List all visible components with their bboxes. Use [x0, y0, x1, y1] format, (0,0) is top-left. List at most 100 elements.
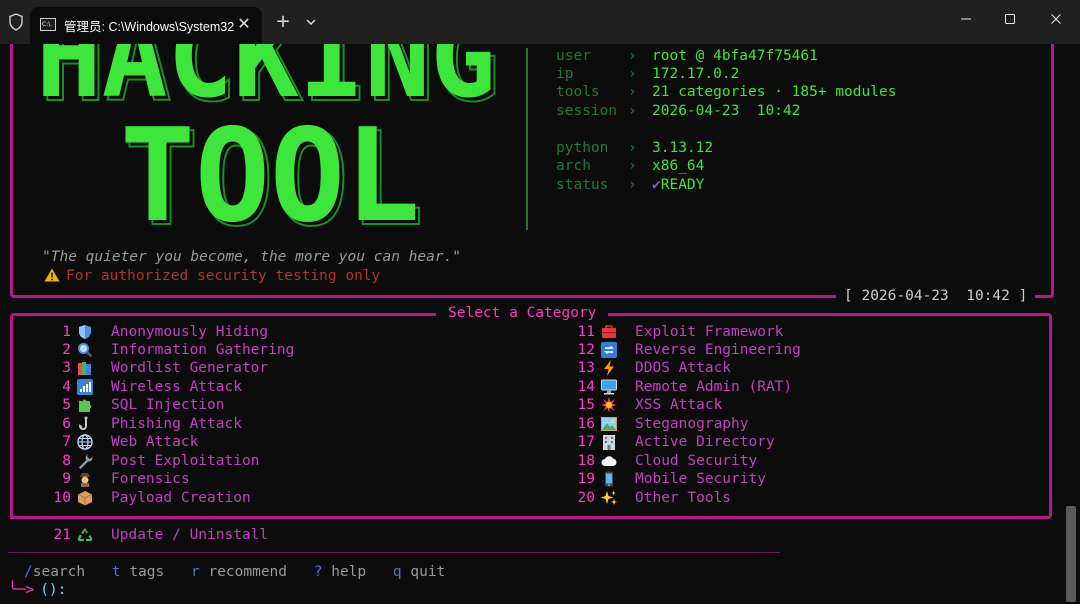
category-label: XSS Attack	[635, 397, 723, 413]
category-number: 12	[577, 342, 595, 358]
info-arrow: ›	[628, 158, 637, 174]
category-label: Wireless Attack	[111, 379, 242, 395]
puzzle-icon	[79, 399, 92, 412]
maximize-icon	[1005, 14, 1015, 24]
header-separator	[526, 48, 528, 230]
magnifier-icon	[78, 343, 93, 358]
category-number: 5	[62, 397, 71, 413]
info-key: tools	[556, 84, 600, 100]
ascii-logo: HACKING HACKING TOOL TOOL	[36, 44, 501, 234]
menu-title: Select a Category	[436, 304, 609, 322]
category-number: 3	[62, 360, 71, 376]
package-icon	[77, 491, 93, 506]
category-number: 11	[577, 324, 595, 340]
help-key-help: ?	[313, 564, 323, 580]
scrollbar-thumb[interactable]	[1066, 506, 1076, 602]
motto-quote: "The quieter you become, the more you ca…	[42, 249, 462, 265]
info-arrow: ›	[628, 177, 637, 193]
terminal-tab[interactable]: C:\. 管理员: C:\Windows\System32 ✕	[30, 7, 262, 44]
cmd-icon: C:\.	[40, 18, 56, 31]
category-label: DDOS Attack	[635, 360, 732, 376]
terminal-output[interactable]: HACKING HACKING TOOL TOOL user › root @ …	[0, 44, 1080, 604]
category-label: Exploit Framework	[635, 324, 784, 340]
category-label: Phishing Attack	[111, 416, 242, 432]
category-number: 7	[62, 434, 71, 450]
info-arrow: ›	[628, 48, 637, 64]
window-title-bar: C:\. 管理员: C:\Windows\System32 ✕ +	[0, 0, 1080, 44]
category-number: 4	[62, 379, 71, 395]
info-value: 21 categories · 185+ modules	[652, 84, 897, 100]
help-key-quit: q	[392, 564, 402, 580]
category-number: 20	[577, 490, 595, 506]
chevron-down-icon[interactable]	[302, 11, 320, 33]
info-value: x86_64	[652, 158, 705, 174]
sparkles-icon	[601, 490, 617, 505]
info-arrow: ›	[628, 84, 637, 100]
help-text-search: search	[32, 564, 86, 580]
category-number: 9	[62, 471, 71, 487]
info-value: root @ 4bfa47f75461	[652, 48, 818, 64]
category-label: Reverse Engineering	[635, 342, 801, 358]
category-label: Wordlist Generator	[111, 360, 269, 376]
category-number: 2	[62, 342, 71, 358]
category-label: Update / Uninstall	[111, 527, 269, 543]
help-key-tags: t	[111, 564, 121, 580]
category-number: 21	[53, 527, 71, 543]
help-key-search: /	[24, 564, 33, 580]
info-key: ip	[556, 66, 574, 82]
category-number: 15	[577, 397, 595, 413]
category-label: Information Gathering	[111, 342, 295, 358]
prompt-arrow: ╰─>	[8, 582, 35, 598]
logo-line-2: TOOL	[120, 102, 420, 234]
status-value: READY	[660, 177, 705, 193]
info-key: user	[556, 48, 591, 64]
signal-bars-icon	[77, 379, 93, 395]
category-label: Forensics	[111, 471, 190, 487]
building-icon	[603, 435, 615, 450]
info-value: ✔READY	[652, 176, 704, 194]
toolbox-icon	[602, 325, 616, 338]
info-arrow: ›	[628, 140, 637, 156]
authorization-warning: For authorized security testing only	[44, 268, 380, 284]
explosion-icon	[601, 397, 617, 413]
clock-label: [ 2026-04-23 10:42 ]	[836, 287, 1036, 305]
info-key: python	[556, 140, 609, 156]
help-key-recommend: r	[190, 564, 200, 580]
menu-bottom-rule	[10, 516, 780, 519]
detective-icon	[80, 473, 90, 487]
info-arrow: ›	[628, 66, 637, 82]
minimize-button[interactable]	[944, 0, 990, 40]
category-label: Payload Creation	[111, 490, 251, 506]
category-number: 6	[62, 416, 71, 432]
category-number: 19	[577, 471, 595, 487]
close-window-button[interactable]	[1034, 0, 1080, 40]
close-icon	[1051, 14, 1061, 24]
tab-close-button[interactable]: ✕	[234, 14, 254, 34]
category-label: Web Attack	[111, 434, 199, 450]
info-key: status	[556, 177, 609, 193]
new-tab-button[interactable]: +	[272, 11, 294, 33]
hook-icon	[78, 416, 88, 430]
help-text-quit: quit	[410, 564, 446, 580]
picture-icon	[601, 417, 617, 431]
repeat-icon	[601, 342, 617, 358]
checkmark-icon: ✔	[652, 177, 661, 193]
lightning-icon	[604, 360, 614, 376]
shield-icon	[79, 325, 91, 339]
phone-icon	[605, 471, 613, 487]
info-key: arch	[556, 158, 591, 174]
command-prompt[interactable]: ╰─> ():	[8, 581, 66, 599]
wrench-icon	[79, 454, 93, 469]
category-label: Other Tools	[635, 490, 732, 506]
category-number: 18	[577, 453, 595, 469]
category-number: 14	[577, 379, 595, 395]
category-number: 13	[577, 360, 595, 376]
category-label: Anonymously Hiding	[111, 324, 269, 340]
maximize-button[interactable]	[988, 0, 1034, 40]
books-icon	[78, 362, 91, 375]
help-text-help: help	[331, 564, 367, 580]
category-label: SQL Injection	[111, 397, 225, 413]
keyboard-help-bar: /search t tags r recommend ? help q quit	[24, 563, 463, 581]
category-label: Cloud Security	[635, 453, 758, 469]
category-label: Active Directory	[635, 434, 775, 450]
